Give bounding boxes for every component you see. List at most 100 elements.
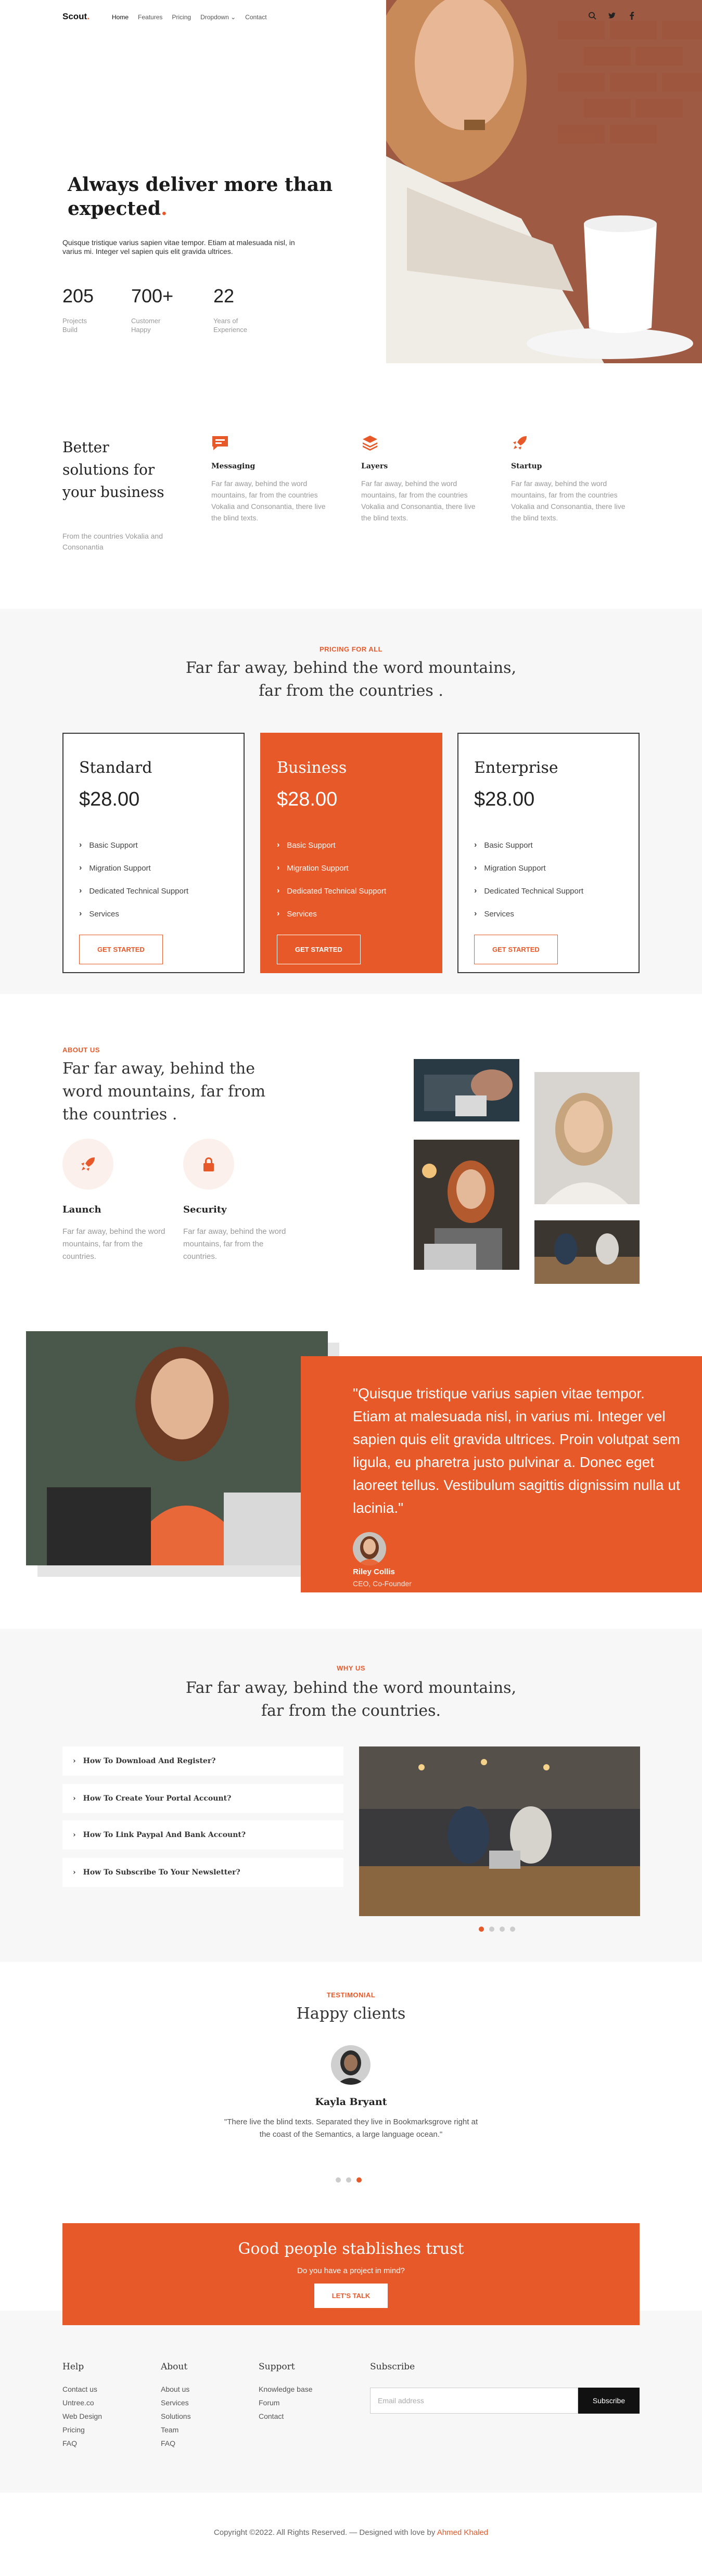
why-title: Far far away, behind the word mountains,… xyxy=(185,1679,517,1720)
footer-link[interactable]: Untree.co xyxy=(62,2398,102,2407)
layers-icon xyxy=(361,434,379,452)
email-field[interactable]: Email address xyxy=(370,2388,578,2414)
get-started-button[interactable]: GET STARTED xyxy=(474,935,558,964)
rocket-icon xyxy=(62,1139,113,1190)
footer-link[interactable]: Contact us xyxy=(62,2384,102,2394)
rocket-icon xyxy=(511,434,529,452)
carousel-dot[interactable] xyxy=(356,2177,362,2183)
chevron-right-icon: › xyxy=(73,1794,76,1803)
chevron-right-icon: › xyxy=(277,863,280,872)
hero-text: Quisque tristique varius sapien vitae te… xyxy=(62,238,295,256)
author-link[interactable]: Ahmed Khaled xyxy=(437,2528,488,2537)
stat-years: 22 Years of Experience xyxy=(213,285,248,334)
plan-feature: › Dedicated Technical Support xyxy=(277,886,387,896)
header-icons xyxy=(588,11,636,22)
plan-feature: › Migration Support xyxy=(474,863,546,873)
testimonial-title: Happy clients xyxy=(296,2005,406,2023)
chevron-right-icon: › xyxy=(474,863,477,872)
lets-talk-button[interactable]: LET'S TALK xyxy=(314,2284,388,2308)
testimonial-kicker: TESTIMONIAL xyxy=(326,1991,376,1999)
carousel-dot[interactable] xyxy=(510,1927,515,1932)
carousel-dot[interactable] xyxy=(479,1927,484,1932)
footer-link[interactable]: FAQ xyxy=(62,2439,102,2448)
plan-feature: › Basic Support xyxy=(277,840,336,850)
cta-banner: Good people stablishes trust Do you have… xyxy=(62,2223,640,2325)
chevron-right-icon: › xyxy=(277,840,280,849)
chevron-right-icon: › xyxy=(474,909,477,918)
footer-col-help: Help Contact us Untree.co Web Design Pri… xyxy=(62,2362,103,2448)
footer-link[interactable]: Services xyxy=(161,2398,191,2407)
quote-author-name: Riley Collis xyxy=(353,1567,395,1576)
chevron-right-icon: › xyxy=(474,886,477,895)
nav-features[interactable]: Features xyxy=(138,14,162,21)
about-security: Security Far far away, behind the word m… xyxy=(183,1139,287,1263)
stat-customers: 700+ Customer Happy xyxy=(131,285,174,334)
footer-link[interactable]: Forum xyxy=(259,2398,313,2407)
footer-link[interactable]: Team xyxy=(161,2425,191,2434)
carousel-dot[interactable] xyxy=(336,2177,341,2183)
main-nav: Home Features Pricing Dropdown ⌄ Contact xyxy=(112,14,267,21)
footer-col-subscribe: Subscribe xyxy=(370,2362,415,2372)
faq-item[interactable]: › How To Download And Register? xyxy=(62,1746,343,1776)
footer-link[interactable]: FAQ xyxy=(161,2439,191,2448)
why-image xyxy=(359,1746,640,1916)
chevron-right-icon: › xyxy=(79,909,82,918)
footer-link[interactable]: Solutions xyxy=(161,2412,191,2421)
plan-feature: › Dedicated Technical Support xyxy=(79,886,189,896)
footer-col-about: About About us Services Solutions Team F… xyxy=(161,2362,191,2448)
nav-contact[interactable]: Contact xyxy=(245,14,266,21)
faq-item[interactable]: › How To Subscribe To Your Newsletter? xyxy=(62,1858,343,1887)
solutions-subtitle: From the countries Vokalia and Consonant… xyxy=(62,532,163,551)
get-started-button[interactable]: GET STARTED xyxy=(79,935,163,964)
plan-feature: › Basic Support xyxy=(474,840,533,850)
hero-image xyxy=(386,0,702,363)
about-kicker: ABOUT US xyxy=(62,1046,100,1054)
carousel-dot[interactable] xyxy=(489,1927,494,1932)
plan-feature: › Services xyxy=(79,909,119,919)
facebook-icon[interactable] xyxy=(628,11,636,22)
hero-title: Always deliver more than expected. xyxy=(68,174,333,220)
footer-link[interactable]: Contact xyxy=(259,2412,313,2421)
nav-pricing[interactable]: Pricing xyxy=(172,14,191,21)
plan-feature: › Basic Support xyxy=(79,840,138,850)
plan-feature: › Services xyxy=(474,909,514,919)
faq-item[interactable]: › How To Create Your Portal Account? xyxy=(62,1784,343,1813)
footer-link[interactable]: Web Design xyxy=(62,2412,102,2421)
footer-link[interactable]: Knowledge base xyxy=(259,2384,313,2394)
plan-feature: › Services xyxy=(277,909,317,919)
about-photo-2 xyxy=(534,1072,640,1204)
subscribe-button[interactable]: Subscribe xyxy=(578,2388,640,2414)
chevron-right-icon: › xyxy=(79,886,82,895)
feature-startup: Startup Far far away, behind the word mo… xyxy=(511,434,636,524)
chevron-right-icon: › xyxy=(73,1757,76,1765)
plan-feature: › Migration Support xyxy=(277,863,349,873)
plan-business: Business $28.00 › Basic Support › Migratio… xyxy=(260,733,442,973)
chevron-right-icon: › xyxy=(73,1868,76,1877)
nav-home[interactable]: Home xyxy=(112,14,129,21)
search-icon[interactable] xyxy=(588,11,596,22)
carousel-dot[interactable] xyxy=(346,2177,351,2183)
carousel-dot[interactable] xyxy=(500,1927,505,1932)
nav-dropdown[interactable]: Dropdown ⌄ xyxy=(200,14,236,21)
footer-link[interactable]: Pricing xyxy=(62,2425,102,2434)
site-logo[interactable]: Scout. xyxy=(62,11,90,22)
plan-feature: › Migration Support xyxy=(79,863,151,873)
about-photo-4 xyxy=(534,1220,640,1284)
why-kicker: WHY US xyxy=(337,1664,365,1672)
quote-text: "Quisque tristique varius sapien vitae t… xyxy=(353,1385,680,1516)
carousel-dots xyxy=(479,1927,515,1932)
get-started-button[interactable]: GET STARTED xyxy=(277,935,361,964)
pricing-kicker: PRICING FOR ALL xyxy=(319,645,383,653)
about-photo-1 xyxy=(414,1059,519,1121)
testimonial-quote: "There live the blind texts. Separated t… xyxy=(224,2118,478,2139)
faq-item[interactable]: › How To Link Paypal And Bank Account? xyxy=(62,1820,343,1850)
twitter-icon[interactable] xyxy=(608,11,616,22)
chevron-right-icon: › xyxy=(79,863,82,872)
testimonial-dots xyxy=(336,2177,362,2183)
feature-messaging: Messaging Far far away, behind the word … xyxy=(211,434,336,524)
pricing-title: Far far away, behind the word mountains,… xyxy=(185,659,517,700)
plan-enterprise: Enterprise $28.00 › Basic Support › Migrat… xyxy=(457,733,640,973)
chevron-right-icon: › xyxy=(277,909,280,918)
solutions-title: Better solutions for your business xyxy=(62,439,164,501)
footer-link[interactable]: About us xyxy=(161,2384,191,2394)
